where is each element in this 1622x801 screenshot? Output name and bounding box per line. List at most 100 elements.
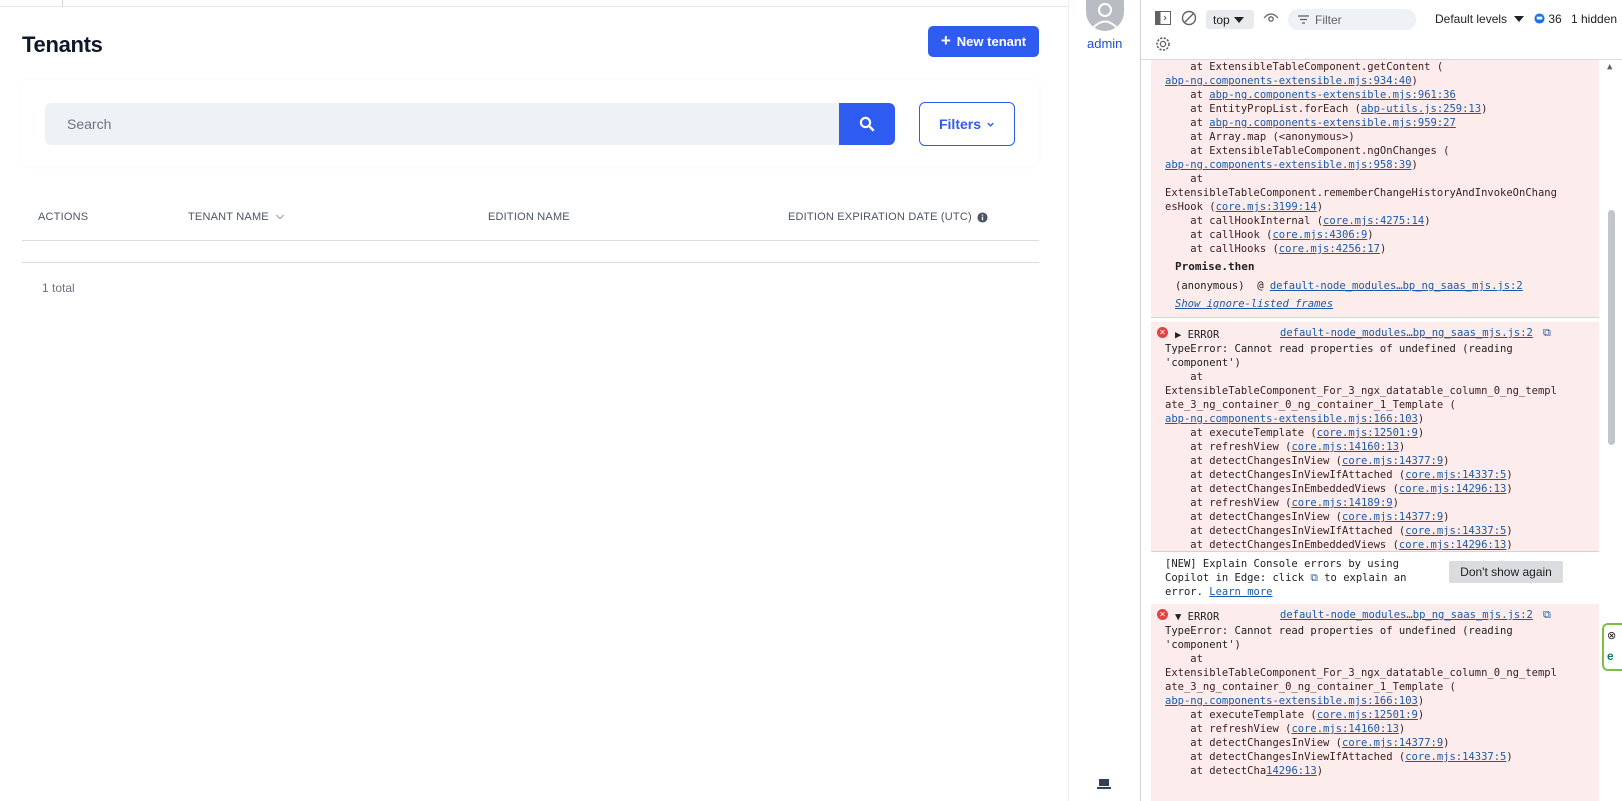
tenants-page: Tenants + New tenant Search Filters ACTI… bbox=[0, 0, 1068, 801]
close-icon[interactable]: ⊗ bbox=[1607, 629, 1616, 642]
avatar[interactable] bbox=[1086, 0, 1124, 31]
stack-frame-text: at Array.map (<anonymous>) bbox=[1165, 131, 1355, 143]
scroll-up-arrow-icon[interactable]: ▲ bbox=[1607, 62, 1612, 72]
copilot-icon[interactable]: ⧉ bbox=[1543, 608, 1551, 622]
stack-frame-link[interactable]: abp-ng.components-extensible.mjs:959:27 bbox=[1209, 117, 1456, 129]
error-header[interactable]: ▼ ERROR bbox=[1175, 611, 1219, 623]
stack-frame-text: at EntityPropList.forEach ( bbox=[1165, 103, 1361, 115]
row-divider bbox=[22, 262, 1039, 263]
stack-frame-text: at detectChangesInView ( bbox=[1165, 455, 1343, 467]
edge-sidebar-widget[interactable]: ⊗ e bbox=[1602, 623, 1622, 671]
edge-icon[interactable]: e bbox=[1607, 649, 1614, 663]
stack-frame-link[interactable]: core.mjs:14296:13 bbox=[1399, 539, 1506, 551]
sidebar-toggle-icon[interactable] bbox=[1155, 11, 1171, 25]
stack-frame-link[interactable]: core.mjs:14337:5 bbox=[1405, 469, 1506, 481]
stack-frame-link[interactable]: core.mjs:14189:9 bbox=[1291, 497, 1392, 509]
stack-frame-text: ExtensibleTableComponent_For_3_ngx_datat… bbox=[1165, 667, 1557, 679]
console-scrollbar[interactable]: ▲ bbox=[1605, 60, 1617, 801]
console-messages: Promise.then (anonymous) @ default-node_… bbox=[1151, 60, 1599, 801]
gear-icon[interactable] bbox=[1155, 36, 1171, 52]
stack-frame-suffix: ) bbox=[1417, 709, 1425, 721]
stack-frame-link[interactable]: abp-ng.components-extensible.mjs:934:40 bbox=[1165, 75, 1412, 87]
console-filter-input[interactable]: Filter bbox=[1288, 9, 1416, 30]
copilot-icon[interactable]: ⧉ bbox=[1543, 326, 1551, 340]
clear-console-icon[interactable] bbox=[1181, 10, 1197, 26]
dropdown-arrow-icon bbox=[1233, 16, 1244, 23]
top-strip bbox=[0, 0, 1068, 7]
stack-frame-line: at abp-ng.components-extensible.mjs:961:… bbox=[1165, 88, 1456, 102]
filters-button[interactable]: Filters bbox=[919, 102, 1015, 146]
stack-frame-line: abp-ng.components-extensible.mjs:166:103… bbox=[1165, 694, 1424, 708]
chevron-down-icon bbox=[987, 122, 994, 127]
stack-frame-line: at executeTemplate (core.mjs:12501:9) bbox=[1165, 426, 1424, 440]
stack-frame-text: at bbox=[1165, 173, 1203, 185]
log-levels-dropdown[interactable]: Default levels bbox=[1435, 12, 1525, 26]
stack-frame-link[interactable]: abp-ng.components-extensible.mjs:958:39 bbox=[1165, 159, 1412, 171]
copilot-line: error. Learn more bbox=[1165, 585, 1272, 599]
stack-frame-link[interactable]: 14296:13 bbox=[1266, 765, 1317, 777]
copilot-text: error. bbox=[1165, 586, 1203, 598]
dont-show-again-button[interactable]: Don't show again bbox=[1449, 561, 1563, 583]
learn-more-link[interactable]: Learn more bbox=[1209, 586, 1272, 598]
stack-frame-link[interactable]: core.mjs:14337:5 bbox=[1405, 525, 1506, 537]
stack-frame-text: at ExtensibleTableComponent.getContent ( bbox=[1165, 61, 1444, 73]
stack-frame-suffix: ) bbox=[1379, 243, 1387, 255]
stack-frame-link[interactable]: core.mjs:14377:9 bbox=[1342, 737, 1443, 749]
promise-then-label: Promise.then bbox=[1175, 260, 1255, 273]
stack-frame-line: ExtensibleTableComponent.rememberChangeH… bbox=[1165, 186, 1557, 200]
stack-frame-link[interactable]: core.mjs:14160:13 bbox=[1291, 723, 1398, 735]
user-name[interactable]: admin bbox=[1087, 36, 1122, 51]
stack-frame-link[interactable]: core.mjs:14296:13 bbox=[1399, 483, 1506, 495]
stack-frame-link[interactable]: core.mjs:14337:5 bbox=[1405, 751, 1506, 763]
stack-frame-link[interactable]: abp-ng.components-extensible.mjs:961:36 bbox=[1209, 89, 1456, 101]
search-input[interactable]: Search bbox=[45, 103, 840, 145]
stack-frame-text: at detectCha bbox=[1165, 765, 1267, 777]
new-tenant-button[interactable]: + New tenant bbox=[928, 26, 1039, 57]
stack-frame-link[interactable]: abp-utils.js:259:13 bbox=[1361, 103, 1481, 115]
stack-frame-link[interactable]: core.mjs:4256:17 bbox=[1279, 243, 1380, 255]
error-source-link[interactable]: default-node_modules…bp_ng_saas_mjs.js:2 bbox=[1280, 327, 1533, 339]
stack-frame-link[interactable]: core.mjs:3199:14 bbox=[1216, 201, 1317, 213]
devtools-console: top Filter Default levels 36 1 hidden Pr… bbox=[1140, 0, 1622, 801]
stack-frame-line: at detectChangesInView (core.mjs:14377:9… bbox=[1165, 454, 1449, 468]
stack-frame-link[interactable]: core.mjs:4306:9 bbox=[1272, 229, 1367, 241]
stack-frame-line: at callHooks (core.mjs:4256:17) bbox=[1165, 242, 1386, 256]
filter-icon bbox=[1298, 15, 1309, 24]
stack-frame-link[interactable]: core.mjs:14160:13 bbox=[1291, 441, 1398, 453]
stack-frame-suffix: ) bbox=[1417, 695, 1425, 707]
stack-frame-link[interactable]: abp-ng.components-extensible.mjs:166:103 bbox=[1165, 695, 1418, 707]
scroll-thumb[interactable] bbox=[1608, 210, 1615, 445]
stack-frame-link[interactable]: core.mjs:14377:9 bbox=[1342, 511, 1443, 523]
laptop-icon[interactable] bbox=[1097, 778, 1111, 792]
search-button[interactable] bbox=[839, 103, 895, 145]
error-source-link[interactable]: default-node_modules…bp_ng_saas_mjs.js:2 bbox=[1280, 609, 1533, 621]
show-ignore-listed-frames-link[interactable]: Show ignore-listed frames bbox=[1175, 298, 1333, 310]
stack-frame-suffix: ) bbox=[1411, 75, 1418, 87]
plus-icon: + bbox=[940, 31, 951, 50]
error-label: ERROR bbox=[1187, 611, 1220, 623]
console-toolbar: top Filter Default levels 36 1 hidden bbox=[1141, 0, 1622, 60]
stack-frame-line: at Array.map (<anonymous>) bbox=[1165, 130, 1355, 144]
stack-frame-line: at abp-ng.components-extensible.mjs:959:… bbox=[1165, 116, 1456, 130]
stack-frame-link[interactable]: core.mjs:12501:9 bbox=[1317, 427, 1418, 439]
total-count: 1 total bbox=[42, 281, 75, 295]
filters-label: Filters bbox=[938, 116, 981, 132]
column-tenant-name[interactable]: TENANT NAME bbox=[188, 211, 285, 223]
stack-frame-line: ate_3_ng_container_0_ng_container_1_Temp… bbox=[1165, 398, 1456, 412]
stack-frame-link[interactable]: abp-ng.components-extensible.mjs:166:103 bbox=[1165, 413, 1418, 425]
anonymous-source-link[interactable]: default-node_modules…bp_ng_saas_mjs.js:2 bbox=[1270, 280, 1523, 292]
eye-icon[interactable] bbox=[1263, 12, 1279, 24]
context-select[interactable]: top bbox=[1206, 10, 1254, 29]
info-icon[interactable] bbox=[977, 211, 988, 223]
stack-frame-link[interactable]: core.mjs:14377:9 bbox=[1342, 455, 1443, 467]
error-header[interactable]: ▶ ERROR bbox=[1175, 329, 1219, 341]
stack-frame-line: at bbox=[1165, 172, 1203, 186]
stack-frame-link[interactable]: core.mjs:4275:14 bbox=[1323, 215, 1424, 227]
stack-frame-link[interactable]: core.mjs:12501:9 bbox=[1317, 709, 1418, 721]
stack-frame-text: at detectChangesInView ( bbox=[1165, 737, 1343, 749]
stack-frame-line: esHook (core.mjs:3199:14) bbox=[1165, 200, 1323, 214]
stack-frame-text: at detectChangesInEmbeddedViews ( bbox=[1165, 483, 1399, 495]
copilot-icon: ⧉ bbox=[1310, 572, 1318, 584]
message-counter[interactable]: 36 bbox=[1534, 12, 1562, 26]
dropdown-arrow-icon bbox=[1514, 16, 1525, 22]
